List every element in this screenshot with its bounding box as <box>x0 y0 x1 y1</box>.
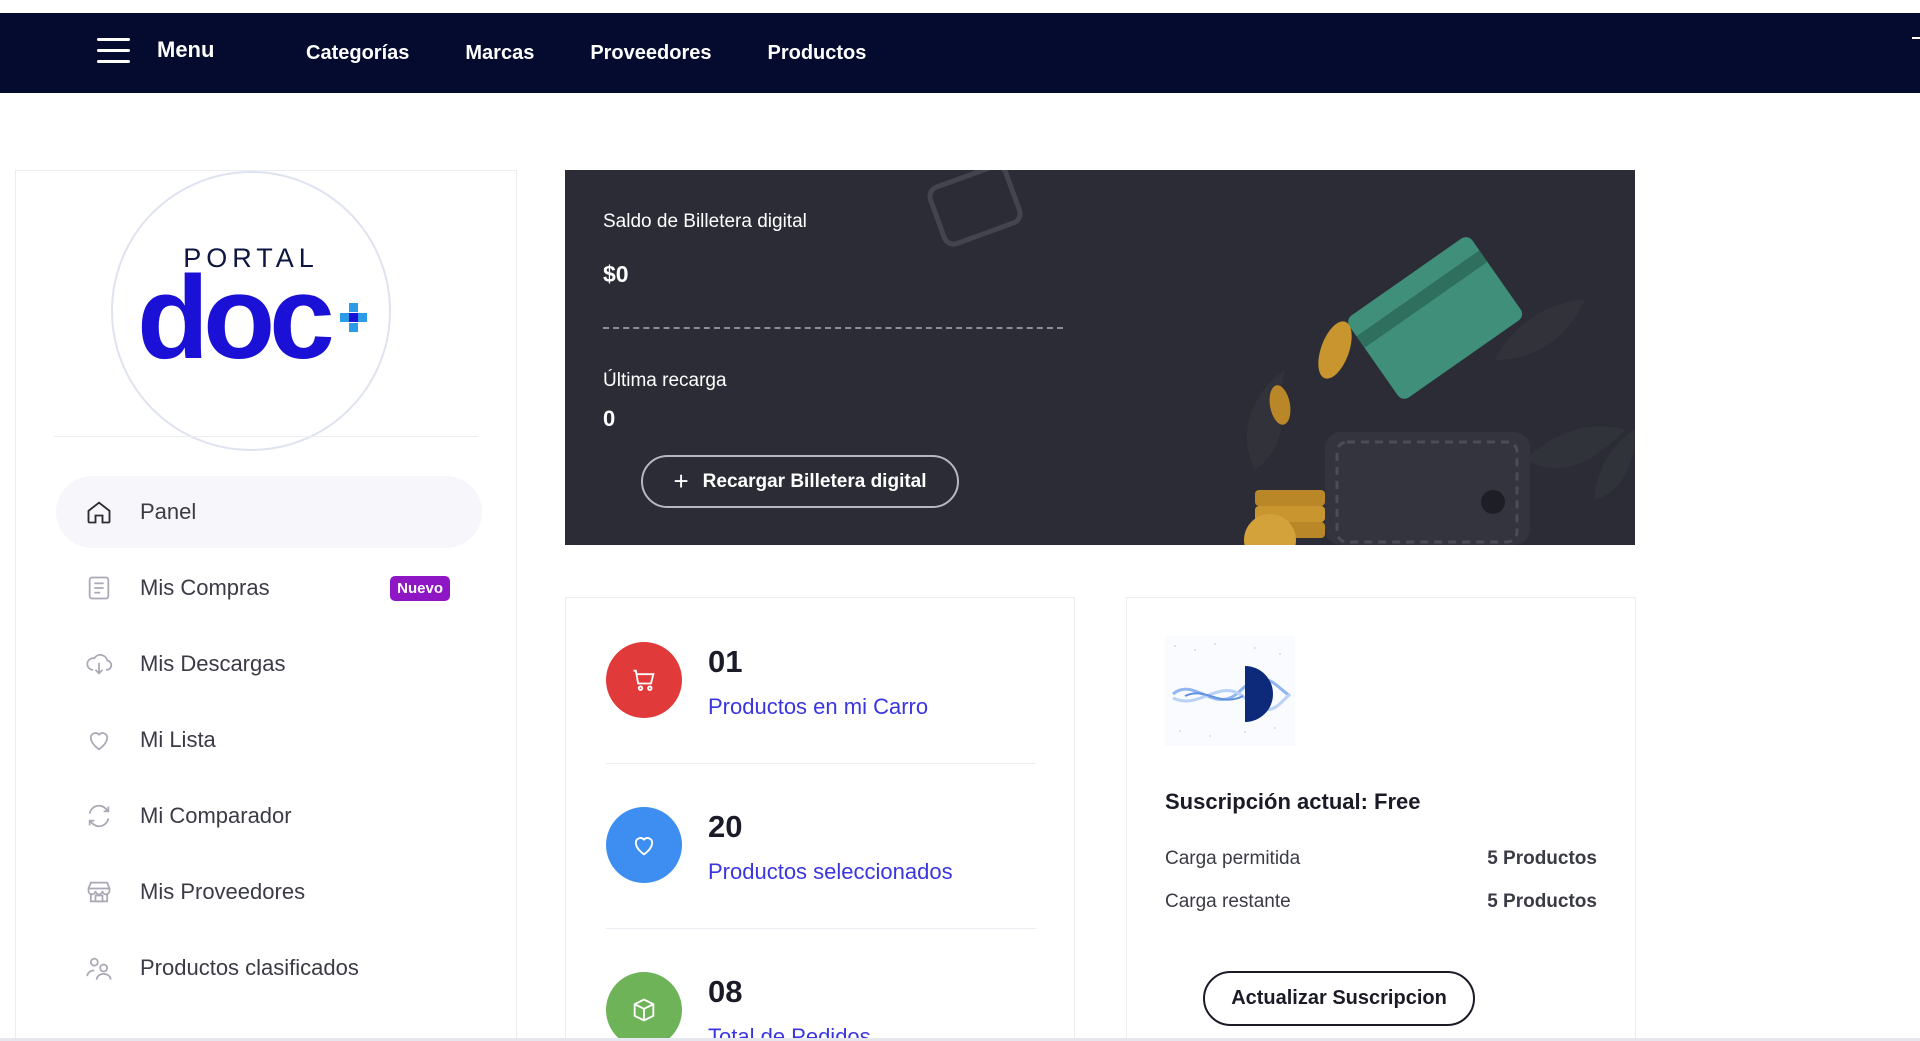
recharge-button-label: Recargar Billetera digital <box>702 470 927 492</box>
stat-number: 20 <box>708 809 743 844</box>
cloud-download-icon <box>84 649 114 679</box>
nav-productos[interactable]: Productos <box>767 42 866 65</box>
menu-button[interactable]: Menu <box>97 37 214 63</box>
nav-marcas[interactable]: Marcas <box>465 42 534 65</box>
receipt-icon <box>84 573 114 603</box>
sidebar-item-label: Mis Compras <box>140 575 270 600</box>
heart-icon <box>606 807 682 883</box>
wallet-divider <box>603 327 1063 329</box>
sidebar-item-label: Panel <box>140 499 197 524</box>
sidebar-item-label: Mis Descargas <box>140 651 286 676</box>
last-recharge-label: Última recarga <box>603 370 727 391</box>
store-icon <box>84 877 114 907</box>
top-navigation-bar: Menu Categorías Marcas Proveedores Produ… <box>0 13 1920 93</box>
sidebar-item-mi-lista[interactable]: Mi Lista <box>56 704 482 776</box>
heart-icon <box>84 725 114 755</box>
wallet-balance: $0 <box>603 261 629 287</box>
sidebar-item-label: Mis Proveedores <box>140 879 306 904</box>
stat-selected: 20 Productos seleccionados <box>606 763 1036 903</box>
logo-plus-icon <box>340 303 367 332</box>
topbar-edge-mark <box>1912 37 1920 39</box>
sidebar-item-panel[interactable]: Panel <box>56 476 482 548</box>
portal-doc-logo: PORTAL doc <box>111 171 391 451</box>
sidebar-item-mis-descargas[interactable]: Mis Descargas <box>56 628 482 700</box>
wallet-title: Saldo de Billetera digital <box>603 211 807 232</box>
sidebar: PORTAL doc Panel Mis Compras Nuevo Mis D… <box>15 170 517 1041</box>
new-badge: Nuevo <box>390 576 450 601</box>
recharge-wallet-button[interactable]: + Recargar Billetera digital <box>641 455 959 508</box>
subscription-title: Suscripción actual: Free <box>1165 789 1421 814</box>
sidebar-item-mi-comparador[interactable]: Mi Comparador <box>56 780 482 852</box>
refresh-icon <box>84 801 114 831</box>
subscription-card: Suscripción actual: Free Carga permitida… <box>1126 597 1636 1041</box>
stat-number: 01 <box>708 644 743 679</box>
wallet-panel: Saldo de Billetera digital $0 Última rec… <box>565 170 1635 545</box>
stat-number: 08 <box>708 974 743 1009</box>
allowed-upload-row: Carga permitida 5 Productos <box>1165 848 1597 870</box>
cart-products-link[interactable]: Productos en mi Carro <box>708 694 928 720</box>
plus-icon: + <box>673 466 689 496</box>
menu-label: Menu <box>157 37 215 62</box>
hamburger-icon <box>97 37 130 63</box>
stat-cart: 01 Productos en mi Carro <box>606 598 1036 738</box>
allowed-upload-label: Carga permitida <box>1165 848 1301 869</box>
stat-orders: 08 Total de Pedidos <box>606 928 1036 1041</box>
nav-proveedores[interactable]: Proveedores <box>590 42 711 65</box>
sidebar-item-productos-clasificados[interactable]: Productos clasificados <box>56 932 482 1004</box>
home-icon <box>84 497 114 527</box>
users-icon <box>84 953 114 983</box>
remaining-upload-label: Carga restante <box>1165 891 1291 912</box>
remaining-upload-row: Carga restante 5 Productos <box>1165 891 1597 913</box>
allowed-upload-value: 5 Productos <box>1487 848 1597 869</box>
sidebar-item-label: Productos clasificados <box>140 955 359 980</box>
package-icon <box>606 972 682 1041</box>
remaining-upload-value: 5 Productos <box>1487 891 1597 912</box>
cart-icon <box>606 642 682 718</box>
sidebar-item-mis-proveedores[interactable]: Mis Proveedores <box>56 856 482 928</box>
sidebar-item-label: Mi Comparador <box>140 803 292 828</box>
main-nav: Categorías Marcas Proveedores Productos <box>306 13 922 93</box>
selected-products-link[interactable]: Productos seleccionados <box>708 859 953 885</box>
logo-doc-text: doc <box>137 252 335 384</box>
last-recharge-value: 0 <box>603 406 616 431</box>
nav-categorias[interactable]: Categorías <box>306 42 409 65</box>
sidebar-item-label: Mi Lista <box>140 727 216 752</box>
sidebar-item-mis-compras[interactable]: Mis Compras Nuevo <box>56 552 482 624</box>
subscription-wave-logo <box>1165 636 1295 746</box>
sidebar-divider <box>54 436 478 437</box>
update-subscription-button[interactable]: Actualizar Suscripcion <box>1203 971 1475 1026</box>
stats-card: 01 Productos en mi Carro 20 Productos se… <box>565 597 1075 1041</box>
